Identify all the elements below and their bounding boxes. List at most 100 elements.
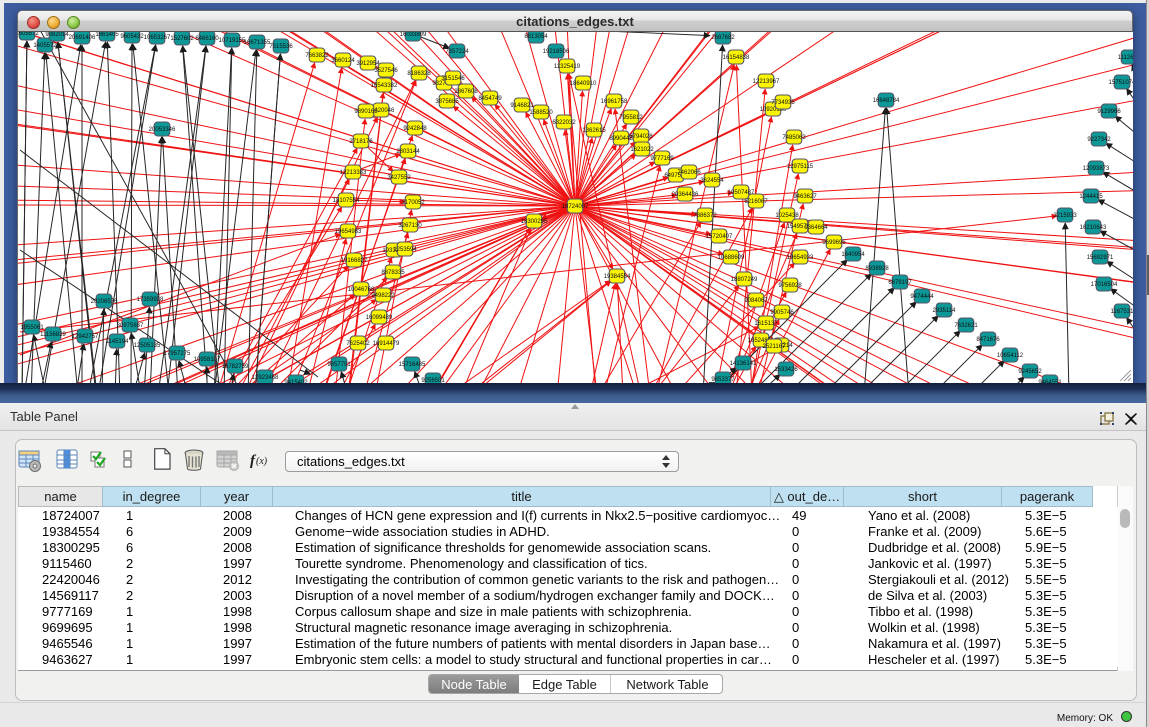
svg-text:7663822: 7663822 xyxy=(305,53,329,59)
svg-text:9777169: 9777169 xyxy=(650,156,674,162)
svg-text:18640910: 18640910 xyxy=(570,81,597,87)
svg-text:9129966: 9129966 xyxy=(1097,109,1121,115)
svg-text:2935114: 2935114 xyxy=(933,308,957,314)
svg-text:10688609: 10688609 xyxy=(718,255,745,261)
svg-text:12093873: 12093873 xyxy=(1083,166,1110,172)
svg-text:9605432: 9605432 xyxy=(120,34,144,40)
svg-text:9890168: 9890168 xyxy=(354,109,378,115)
svg-text:6322032: 6322032 xyxy=(552,120,576,126)
svg-text:9382014: 9382014 xyxy=(45,32,69,38)
svg-text:12213383: 12213383 xyxy=(340,170,367,176)
svg-text:7955812: 7955812 xyxy=(619,115,643,121)
svg-text:20206576: 20206576 xyxy=(91,299,118,305)
svg-text:7886372: 7886372 xyxy=(693,213,717,219)
svg-text:3875685: 3875685 xyxy=(435,99,459,105)
svg-text:12923468: 12923468 xyxy=(252,375,279,381)
svg-text:3267130: 3267130 xyxy=(398,223,422,229)
svg-text:9474444: 9474444 xyxy=(910,294,934,300)
svg-text:8186328: 8186328 xyxy=(407,71,431,77)
svg-text:17957275: 17957275 xyxy=(164,351,191,357)
svg-text:9242848: 9242848 xyxy=(403,126,427,132)
svg-text:1362615: 1362615 xyxy=(582,128,606,134)
svg-text:6879197: 6879197 xyxy=(888,280,912,286)
svg-text:1605572: 1605572 xyxy=(18,32,39,37)
svg-text:12505135: 12505135 xyxy=(134,343,161,349)
svg-text:14136141: 14136141 xyxy=(730,361,757,367)
svg-text:7485063: 7485063 xyxy=(782,135,806,141)
svg-text:17016504: 17016504 xyxy=(1091,282,1118,288)
svg-text:3912954: 3912954 xyxy=(356,61,380,67)
svg-text:1244415: 1244415 xyxy=(1079,194,1103,200)
svg-text:16033809: 16033809 xyxy=(400,32,427,38)
svg-text:3215933: 3215933 xyxy=(1053,213,1077,219)
svg-text:6466160: 6466160 xyxy=(195,36,219,42)
svg-text:7734935: 7734935 xyxy=(771,100,795,106)
svg-text:8878335: 8878335 xyxy=(381,270,405,276)
svg-text:1145194: 1145194 xyxy=(106,339,130,345)
svg-text:18300295: 18300295 xyxy=(521,219,548,225)
svg-text:19654983: 19654983 xyxy=(335,229,362,235)
svg-text:9084067: 9084067 xyxy=(744,298,768,304)
svg-text:9227342: 9227342 xyxy=(1087,137,1111,143)
svg-text:19166827: 19166827 xyxy=(341,258,368,264)
svg-text:19384554: 19384554 xyxy=(604,274,631,280)
svg-text:8813054: 8813054 xyxy=(524,34,548,40)
svg-text:1253594: 1253594 xyxy=(393,247,417,253)
svg-text:1025438: 1025438 xyxy=(775,213,799,219)
svg-text:12942757: 12942757 xyxy=(72,334,99,340)
svg-text:1405572: 1405572 xyxy=(33,43,57,49)
svg-text:3527546: 3527546 xyxy=(374,68,398,74)
svg-text:11156829: 11156829 xyxy=(40,332,66,338)
svg-text:1621022: 1621022 xyxy=(630,147,654,153)
svg-text:19654923: 19654923 xyxy=(787,255,814,261)
svg-text:8454749: 8454749 xyxy=(478,96,502,102)
svg-text:9364664: 9364664 xyxy=(804,225,828,231)
svg-text:7357224: 7357224 xyxy=(445,49,469,55)
svg-text:9699695: 9699695 xyxy=(822,240,846,246)
svg-text:7625402: 7625402 xyxy=(346,341,370,347)
svg-text:16210643: 16210643 xyxy=(1080,225,1107,231)
svg-text:20691406: 20691406 xyxy=(69,35,96,41)
svg-text:18107554: 18107554 xyxy=(333,198,360,204)
svg-text:17359928: 17359928 xyxy=(137,297,164,303)
svg-text:2803144: 2803144 xyxy=(396,149,420,155)
svg-text:(x): (x) xyxy=(256,456,268,467)
svg-text:9857791: 9857791 xyxy=(327,362,351,368)
svg-text:1640954: 1640954 xyxy=(841,252,865,258)
svg-text:16961758: 16961758 xyxy=(601,99,628,105)
svg-text:16671355: 16671355 xyxy=(244,40,271,46)
svg-text:15720407: 15720407 xyxy=(706,234,733,240)
svg-text:18807249: 18807249 xyxy=(731,277,758,283)
svg-text:16154838: 16154838 xyxy=(723,55,750,61)
svg-text:1527602: 1527602 xyxy=(170,36,194,42)
svg-text:1955061: 1955061 xyxy=(20,325,44,331)
svg-text:2687682: 2687682 xyxy=(711,35,735,41)
svg-text:9146821: 9146821 xyxy=(510,103,534,109)
svg-text:7632621: 7632621 xyxy=(954,323,978,329)
svg-text:16648784: 16648784 xyxy=(873,98,900,104)
svg-text:10654112: 10654112 xyxy=(997,353,1024,359)
svg-text:2521167: 2521167 xyxy=(763,344,787,350)
svg-text:16099489: 16099489 xyxy=(366,315,393,321)
svg-text:10719155: 10719155 xyxy=(219,38,246,44)
svg-text:9905746: 9905746 xyxy=(770,310,794,316)
svg-text:11325419: 11325419 xyxy=(554,64,581,70)
svg-text:1615137: 1615137 xyxy=(754,321,778,327)
svg-text:16782759: 16782759 xyxy=(222,364,249,370)
svg-text:3151546: 3151546 xyxy=(441,76,465,82)
svg-text:16543382: 16543382 xyxy=(371,83,398,89)
svg-text:20053346: 20053346 xyxy=(149,127,176,133)
svg-text:1861405: 1861405 xyxy=(95,32,119,38)
svg-text:8938928: 8938928 xyxy=(865,266,889,272)
svg-text:2867608: 2867608 xyxy=(454,89,478,95)
svg-text:16914479: 16914479 xyxy=(373,341,400,347)
svg-text:19218506: 19218506 xyxy=(543,49,570,55)
svg-text:7515536: 7515536 xyxy=(269,44,293,50)
svg-text:1112606: 1112606 xyxy=(1118,55,1133,61)
svg-text:10653267: 10653267 xyxy=(144,35,171,41)
svg-text:20364436: 20364436 xyxy=(672,192,699,198)
svg-text:1167531: 1167531 xyxy=(1111,309,1133,315)
svg-text:3427552: 3427552 xyxy=(387,175,411,181)
svg-text:15716485: 15716485 xyxy=(399,362,426,368)
svg-text:15751074: 15751074 xyxy=(1109,80,1133,86)
